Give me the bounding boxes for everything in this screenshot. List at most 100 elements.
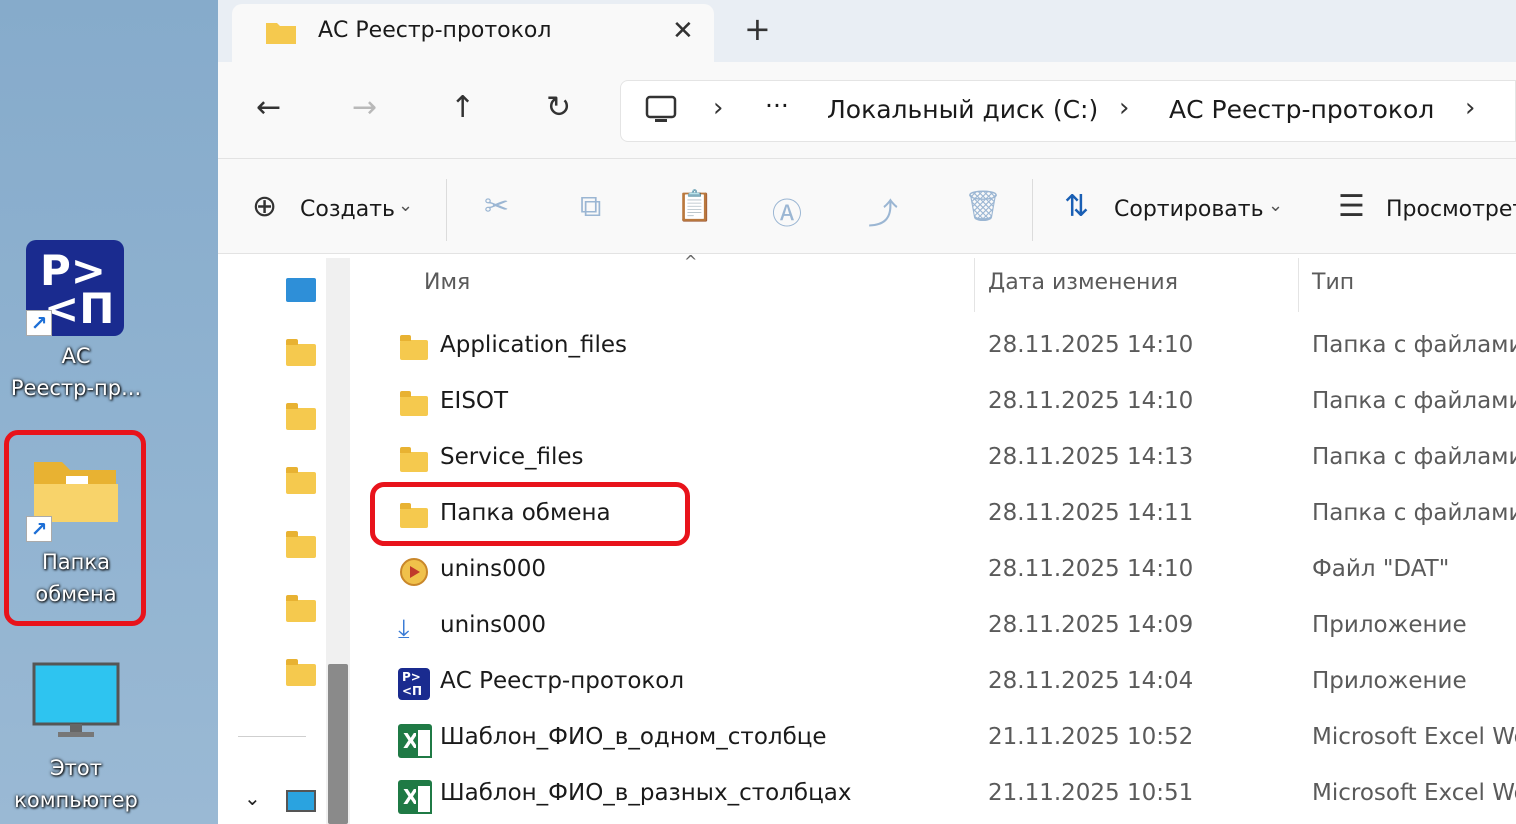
shortcut-arrow-icon: ↗ bbox=[26, 310, 52, 336]
sort-indicator-icon: ^ bbox=[684, 252, 698, 271]
copy-icon[interactable]: ⧉ bbox=[580, 189, 601, 224]
this-pc-icon[interactable] bbox=[286, 790, 316, 812]
file-row[interactable]: Service_files 28.11.2025 14:13 Папка с ф… bbox=[354, 432, 1516, 488]
folder-icon[interactable] bbox=[286, 659, 316, 686]
file-date: 28.11.2025 14:10 bbox=[988, 388, 1194, 414]
file-row[interactable]: X Шаблон_ФИО_в_одном_столбце 21.11.2025 … bbox=[354, 712, 1516, 768]
file-row[interactable]: P> <П АС Реестр-протокол 28.11.2025 14:0… bbox=[354, 656, 1516, 712]
file-type: Папка с файлами bbox=[1312, 444, 1516, 470]
chevron-down-icon: ⌄ bbox=[398, 195, 414, 216]
view-icon: ☰ bbox=[1338, 189, 1365, 224]
new-tab-button[interactable]: + bbox=[744, 12, 771, 46]
chevron-down-icon[interactable]: ⌄ bbox=[244, 786, 261, 810]
breadcrumb-drive[interactable]: Локальный диск (C:) bbox=[827, 95, 1098, 124]
file-name: unins000 bbox=[440, 612, 547, 638]
chevron-right-icon: › bbox=[713, 93, 724, 123]
file-name: EISOT bbox=[440, 388, 509, 414]
computer-icon bbox=[645, 95, 677, 122]
breadcrumb-more[interactable]: ··· bbox=[765, 91, 789, 120]
paste-icon[interactable]: 📋 bbox=[676, 189, 713, 224]
navigation-bar: ← → ↑ ↻ › ··· Локальный диск (C:) › АС Р… bbox=[218, 62, 1516, 158]
file-date: 28.11.2025 14:09 bbox=[988, 612, 1194, 638]
file-type: Microsoft Excel Wo bbox=[1312, 780, 1516, 806]
forward-button[interactable]: → bbox=[352, 90, 377, 125]
folder-icon[interactable] bbox=[286, 595, 316, 622]
file-date: 21.11.2025 10:52 bbox=[988, 724, 1194, 750]
file-type: Папка с файлами bbox=[1312, 332, 1516, 358]
column-header-name[interactable]: Имя bbox=[424, 270, 470, 295]
share-icon[interactable]: ⤴ bbox=[868, 189, 898, 233]
scrollbar-thumb[interactable] bbox=[328, 664, 348, 824]
back-button[interactable]: ← bbox=[256, 90, 281, 125]
file-date: 28.11.2025 14:10 bbox=[988, 556, 1194, 582]
create-button[interactable]: Создать bbox=[300, 197, 395, 222]
breadcrumb-folder[interactable]: АС Реестр-протокол bbox=[1169, 95, 1434, 124]
file-type: Приложение bbox=[1312, 612, 1467, 638]
sort-icon: ⇅ bbox=[1064, 189, 1090, 224]
file-name: АС Реестр-протокол bbox=[440, 668, 685, 694]
file-type: Файл "DAT" bbox=[1312, 556, 1450, 582]
chevron-right-icon: › bbox=[1119, 93, 1130, 123]
excel-icon: X bbox=[398, 780, 432, 814]
refresh-button[interactable]: ↻ bbox=[546, 90, 571, 125]
file-row[interactable]: EISOT 28.11.2025 14:10 Папка с файлами bbox=[354, 376, 1516, 432]
file-date: 28.11.2025 14:13 bbox=[988, 444, 1194, 470]
tab-title: АС Реестр-протокол bbox=[318, 18, 552, 43]
file-type: Папка с файлами bbox=[1312, 500, 1516, 526]
folder-icon[interactable] bbox=[286, 467, 316, 494]
up-button[interactable]: ↑ bbox=[450, 90, 475, 125]
file-name: Шаблон_ФИО_в_разных_столбцах bbox=[440, 780, 852, 806]
close-icon[interactable]: ✕ bbox=[672, 16, 694, 46]
tab-active[interactable]: АС Реестр-протокол ✕ bbox=[232, 4, 714, 64]
installer-icon: ⤓ bbox=[398, 614, 410, 644]
chevron-down-icon: ⌄ bbox=[1268, 195, 1284, 216]
navigation-pane: ⌄ bbox=[218, 254, 354, 824]
file-type: Microsoft Excel Wo bbox=[1312, 724, 1516, 750]
tab-bar: АС Реестр-протокол ✕ + bbox=[218, 0, 1516, 64]
file-row[interactable]: ⤓ unins000 28.11.2025 14:09 Приложение bbox=[354, 600, 1516, 656]
folder-icon bbox=[400, 391, 428, 416]
column-header-type[interactable]: Тип bbox=[1312, 270, 1354, 295]
command-bar: ⊕ Создать ⌄ ✂ ⧉ 📋 Ⓐ ⤴ 🗑 ⇅ Сортировать ⌄ … bbox=[218, 158, 1516, 254]
column-header-date[interactable]: Дата изменения bbox=[988, 270, 1178, 295]
folder-icon[interactable] bbox=[286, 339, 316, 366]
file-date: 28.11.2025 14:04 bbox=[988, 668, 1194, 694]
rename-icon[interactable]: Ⓐ bbox=[772, 189, 802, 233]
desktop-icon-label: АС Реестр-пр... bbox=[10, 344, 142, 400]
folder-icon[interactable] bbox=[286, 403, 316, 430]
file-name: Service_files bbox=[440, 444, 584, 470]
app-logo-icon: P> <П bbox=[398, 668, 430, 700]
gallery-icon[interactable] bbox=[286, 278, 316, 302]
file-date: 28.11.2025 14:11 bbox=[988, 500, 1194, 526]
divider bbox=[238, 736, 306, 737]
column-divider[interactable] bbox=[1298, 258, 1299, 312]
address-bar[interactable]: › ··· Локальный диск (C:) › АС Реестр-пр… bbox=[620, 80, 1516, 142]
plus-circle-icon: ⊕ bbox=[252, 189, 278, 224]
highlight-box bbox=[370, 482, 690, 546]
column-divider[interactable] bbox=[974, 258, 975, 312]
folder-icon[interactable] bbox=[286, 531, 316, 558]
file-row[interactable]: X Шаблон_ФИО_в_разных_столбцах 21.11.202… bbox=[354, 768, 1516, 824]
folder-icon bbox=[266, 23, 296, 44]
file-date: 28.11.2025 14:10 bbox=[988, 332, 1194, 358]
excel-icon: X bbox=[398, 724, 432, 758]
file-type: Приложение bbox=[1312, 668, 1467, 694]
file-name: unins000 bbox=[440, 556, 547, 582]
file-row[interactable]: Application_files 28.11.2025 14:10 Папка… bbox=[354, 320, 1516, 376]
desktop-icon-label: Этот компьютер bbox=[14, 756, 138, 812]
file-name: Application_files bbox=[440, 332, 628, 358]
monitor-icon bbox=[32, 662, 120, 737]
cut-icon[interactable]: ✂ bbox=[484, 189, 509, 224]
folder-icon bbox=[400, 447, 428, 472]
chevron-right-icon[interactable]: › bbox=[1465, 93, 1475, 123]
toolbar-divider bbox=[1032, 179, 1033, 241]
explorer-window: АС Реестр-протокол ✕ + ← → ↑ ↻ › ··· Лок… bbox=[218, 0, 1516, 824]
file-row[interactable]: unins000 28.11.2025 14:10 Файл "DAT" bbox=[354, 544, 1516, 600]
toolbar-divider bbox=[446, 179, 447, 241]
sort-button[interactable]: Сортировать bbox=[1114, 197, 1264, 222]
file-name: Шаблон_ФИО_в_одном_столбце bbox=[440, 724, 827, 750]
delete-icon[interactable]: 🗑 bbox=[964, 189, 1002, 224]
view-button[interactable]: Просмотреть bbox=[1386, 197, 1516, 222]
dat-file-icon bbox=[400, 558, 428, 586]
file-type: Папка с файлами bbox=[1312, 388, 1516, 414]
